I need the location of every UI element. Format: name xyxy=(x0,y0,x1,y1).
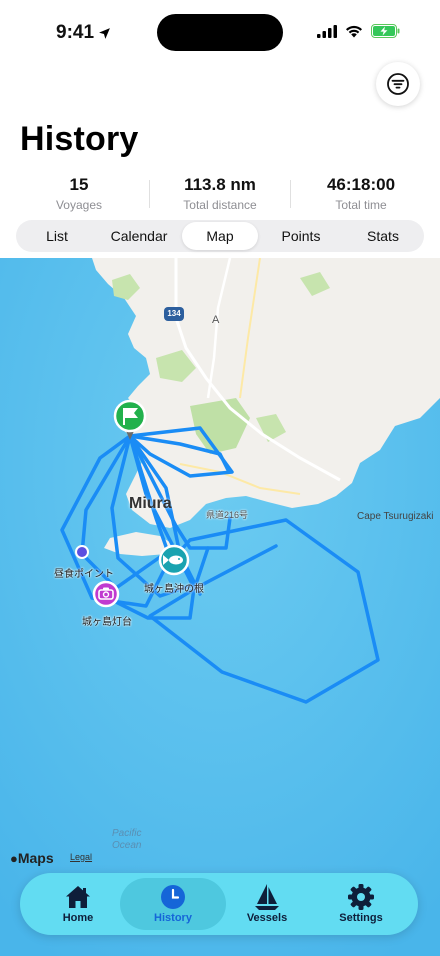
apple-logo-icon: ● xyxy=(10,851,18,866)
tab-label: Home xyxy=(62,912,94,924)
location-arrow-icon xyxy=(99,27,110,39)
status-bar: 9:41 xyxy=(0,0,440,62)
segment-stats[interactable]: Stats xyxy=(342,220,424,252)
maps-brand-text: Maps xyxy=(17,850,54,866)
view-segmented-control: List Calendar Map Points Stats xyxy=(16,220,424,252)
voyage-map[interactable]: 134 A Miura 県道216号 Cape Tsurugizaki 昼食ポイ… xyxy=(0,258,440,956)
home-icon xyxy=(66,886,90,908)
road-label: 県道216号 xyxy=(206,510,249,520)
legal-link[interactable]: Legal xyxy=(70,852,92,862)
segment-calendar[interactable]: Calendar xyxy=(98,220,180,252)
map-canvas[interactable] xyxy=(0,258,440,956)
segment-list[interactable]: List xyxy=(16,220,98,252)
stat-value: 113.8 nm xyxy=(184,175,256,194)
stat-label: Voyages xyxy=(55,198,103,212)
fish-spot-marker[interactable] xyxy=(158,544,190,576)
marker-label-lighthouse: 城ヶ島灯台 xyxy=(82,617,132,628)
map-letter-label: A xyxy=(212,314,220,326)
status-time: 9:41 xyxy=(56,22,111,44)
cape-label: Cape Tsurugizaki xyxy=(357,511,434,522)
tab-history[interactable]: History xyxy=(123,873,223,935)
tab-bar: Home History Vessels Settings xyxy=(20,873,418,935)
filter-icon xyxy=(387,73,409,95)
maps-attribution: ●Maps xyxy=(10,850,54,866)
segment-points[interactable]: Points xyxy=(260,220,342,252)
stat-time: 46:18:00 Total time xyxy=(291,174,431,213)
clock-icon xyxy=(161,885,185,909)
stat-voyages: 15 Voyages xyxy=(9,174,149,213)
stat-value: 46:18:00 xyxy=(326,175,396,194)
sailboat-icon xyxy=(255,884,279,910)
lunch-point-dot[interactable] xyxy=(75,545,89,559)
route-shield: 134 xyxy=(164,307,184,321)
ocean-label-line: Ocean xyxy=(112,840,142,851)
tab-settings[interactable]: Settings xyxy=(311,873,411,935)
tab-home[interactable]: Home xyxy=(28,873,128,935)
segment-map[interactable]: Map xyxy=(182,222,258,250)
status-time-text: 9:41 xyxy=(56,22,95,43)
gear-icon xyxy=(348,884,374,910)
summary-stats: 15 Voyages 113.8 nm Total distance 46:18… xyxy=(0,174,440,214)
tab-label: Vessels xyxy=(246,912,288,924)
tab-label: History xyxy=(154,912,192,924)
tab-label: Settings xyxy=(339,912,383,924)
dynamic-island xyxy=(157,14,283,51)
marker-circle xyxy=(92,580,120,608)
ocean-label-line: Pacific xyxy=(112,828,142,839)
cellular-signal-icon xyxy=(317,24,337,38)
stat-distance: 113.8 nm Total distance xyxy=(150,174,290,213)
filter-button[interactable] xyxy=(376,62,420,106)
battery-charging-icon xyxy=(371,24,400,38)
stat-label: Total time xyxy=(335,198,387,212)
stat-value: 15 xyxy=(69,175,89,194)
wifi-icon xyxy=(346,25,362,37)
photo-spot-marker[interactable] xyxy=(92,580,120,608)
tab-vessels[interactable]: Vessels xyxy=(217,873,317,935)
status-indicators xyxy=(317,24,400,38)
page-title: History xyxy=(20,120,139,158)
stat-label: Total distance xyxy=(183,198,257,212)
marker-label-fish-spot: 城ヶ島沖の根 xyxy=(144,584,204,595)
town-label-miura: Miura xyxy=(129,495,172,512)
marker-label-lunch: 昼食ポイント xyxy=(54,569,114,580)
ocean-label: Pacific Ocean xyxy=(112,828,141,852)
